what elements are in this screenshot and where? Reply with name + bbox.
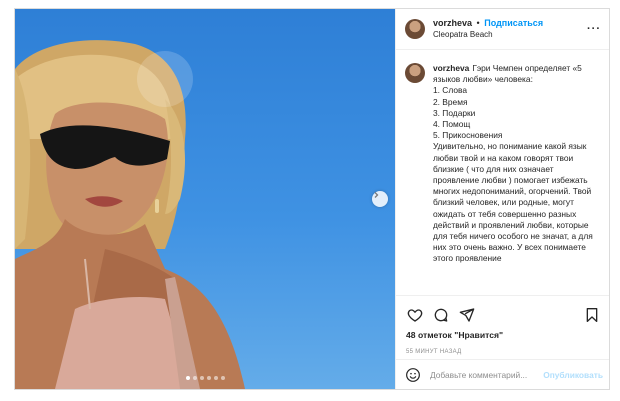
likes-count[interactable]: 48 отметок "Нравится" <box>406 330 601 340</box>
share-icon[interactable] <box>458 306 476 324</box>
carousel-dot <box>206 376 211 380</box>
bookmark-icon[interactable] <box>583 306 601 324</box>
post-photo[interactable] <box>15 9 395 389</box>
carousel-next-button[interactable] <box>372 191 388 207</box>
caption-line: 2. Время <box>433 96 468 107</box>
caption-line: 3. Подарки <box>433 107 476 118</box>
caption-text: vorzheva Гэри Чемпен определяет «5 языков… <box>433 63 601 294</box>
follow-button[interactable]: Подписаться <box>484 18 543 28</box>
heart-icon[interactable] <box>406 306 424 324</box>
carousel-indicator <box>15 376 395 380</box>
caption-avatar[interactable] <box>405 63 425 83</box>
caption-line: 5. Прикосновения <box>433 130 503 141</box>
username-link[interactable]: vorzheva <box>433 18 472 28</box>
caption-username-link[interactable]: vorzheva <box>433 63 469 73</box>
caption-line: 4. Помощ <box>433 119 471 130</box>
more-options-icon[interactable]: ··· <box>587 23 601 35</box>
smiley-icon[interactable] <box>404 366 422 384</box>
chevron-right-icon <box>374 192 379 198</box>
carousel-dot <box>213 376 218 380</box>
portrait-illustration <box>15 40 245 389</box>
caption-area: vorzheva Гэри Чемпен определяет «5 языков… <box>396 50 609 294</box>
carousel-dot <box>220 376 225 380</box>
publish-comment-button[interactable]: Опубликовать <box>543 370 603 380</box>
action-bar: 48 отметок "Нравится" 55 МИНУТ НАЗАД <box>396 295 609 355</box>
comment-icon[interactable] <box>432 306 450 324</box>
post-timestamp[interactable]: 55 МИНУТ НАЗАД <box>406 349 601 355</box>
caption-line: 1. Слова <box>433 85 468 96</box>
carousel-dot <box>192 376 197 380</box>
post-header: vorzheva • Подписаться Cleopatra Beach ·… <box>396 9 609 50</box>
comment-input[interactable] <box>430 369 544 380</box>
carousel-dot <box>185 376 190 380</box>
separator-dot: • <box>476 18 480 28</box>
location-link[interactable]: Cleopatra Beach <box>433 29 587 41</box>
carousel-dot <box>199 376 204 380</box>
post-side-panel: vorzheva • Подписаться Cleopatra Beach ·… <box>395 9 609 389</box>
avatar[interactable] <box>405 19 425 39</box>
post-dialog: vorzheva • Подписаться Cleopatra Beach ·… <box>14 8 610 390</box>
add-comment-bar: Опубликовать <box>396 359 609 389</box>
caption-line: Удивительно, но понимание какой язык люб… <box>433 141 593 264</box>
